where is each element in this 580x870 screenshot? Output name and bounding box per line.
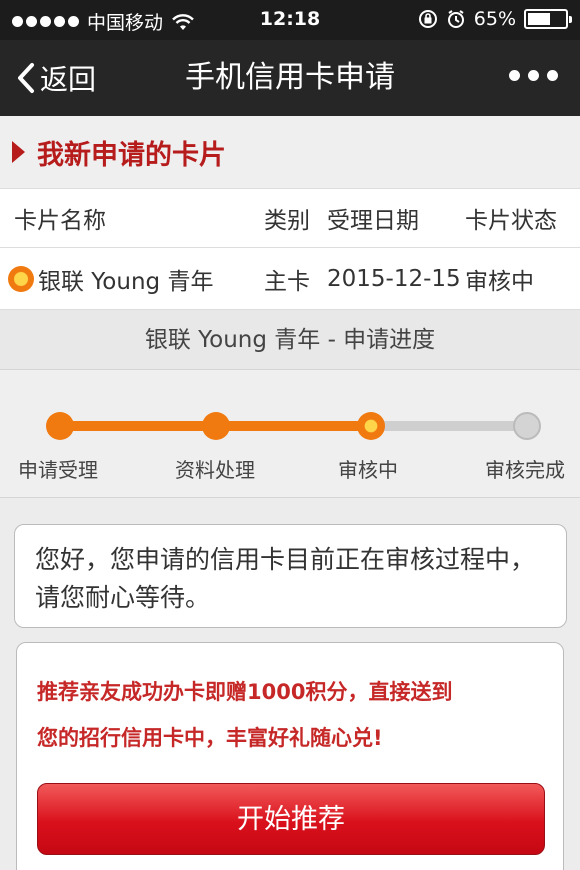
progress-step-dot [46,412,74,440]
progress-tracker: 申请受理 资料处理 审核中 审核完成 [0,370,580,498]
header-type: 类别 [264,208,310,234]
header-date: 受理日期 [327,208,419,234]
page-title: 手机信用卡申请 [185,60,395,95]
card-name: 银联 Young 青年 [38,268,214,295]
card-name-cell: 银联 Young 青年 [8,248,213,309]
promo-text: 推荐亲友成功办卡即赠1000积分，直接送到 您的招行信用卡中，丰富好礼随心兑! [37,669,547,761]
battery-percent: 65% [473,8,516,30]
start-recommend-button[interactable]: 开始推荐 [37,783,545,855]
promo-card: 推荐亲友成功办卡即赠1000积分，直接送到 您的招行信用卡中，丰富好礼随心兑! … [16,642,564,870]
card-status-dot-icon [8,265,34,292]
header-status: 卡片状态 [465,208,557,234]
alarm-icon [447,10,464,28]
progress-step-dot [357,412,386,440]
status-message: 您好，您申请的信用卡目前正在审核过程中，请您耐心等待。 [14,524,567,628]
nav-bar: 返回 手机信用卡申请 [0,40,580,116]
progress-step-dot [201,412,230,440]
table-row[interactable]: 银联 Young 青年 主卡 2015-12-15 审核中 [0,248,580,310]
card-status: 审核中 [465,268,534,295]
card-type: 主卡 [264,268,310,295]
progress-title: 银联 Young 青年 - 申请进度 [0,310,580,370]
promo-text-line-2: 您的招行信用卡中，丰富好礼随心兑! [37,726,383,750]
header-card-name: 卡片名称 [14,208,106,234]
progress-step-label: 申请受理 [18,458,98,482]
status-right: 65% [418,8,572,30]
section-header: 我新申请的卡片 [0,116,580,188]
battery-icon [524,9,572,29]
more-menu-icon[interactable] [509,70,558,81]
progress-step-label: 资料处理 [175,458,255,482]
section-title: 我新申请的卡片 [37,139,226,171]
rotation-lock-icon [418,10,437,28]
progress-step-label: 审核中 [338,458,398,482]
triangle-marker-icon [12,141,25,163]
table-header: 卡片名称 类别 受理日期 卡片状态 [0,188,580,248]
status-bar: 中国移动 12:18 65% [0,0,580,40]
promo-text-line-1: 推荐亲友成功办卡即赠1000积分，直接送到 [37,680,453,704]
progress-step-dot [513,412,541,440]
card-date: 2015-12-15 [327,265,461,292]
progress-step-label: 审核完成 [485,458,565,482]
